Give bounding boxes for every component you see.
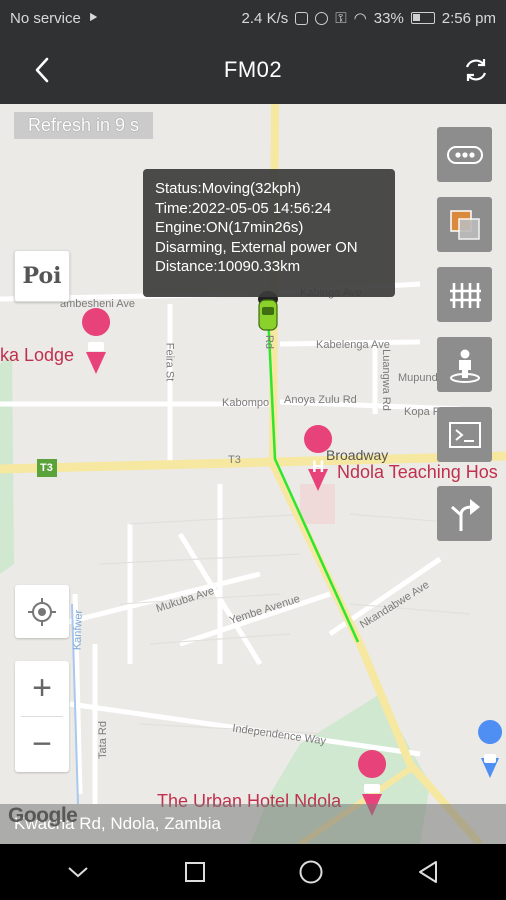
map-view[interactable]: H Kabinga Ave ambesheni Ave Kabelenga Av… — [0, 104, 506, 844]
my-location-button[interactable] — [15, 585, 69, 638]
google-logo: Google — [8, 804, 78, 827]
wifi-icon: ◠ — [353, 10, 367, 27]
app-header: FM02 — [0, 36, 506, 104]
zoom-out-button[interactable]: − — [15, 717, 69, 772]
route-badge-text: T3 — [40, 462, 53, 474]
street-label: Feira St — [163, 342, 176, 382]
battery-percent: 33% — [373, 9, 404, 27]
popup-time: Time:2022-05-05 14:56:24 — [155, 199, 332, 217]
place-label-hospital[interactable]: Ndola Teaching Hos — [337, 462, 498, 483]
navigate-button[interactable] — [437, 486, 492, 541]
fence-icon — [449, 282, 481, 308]
place-label-lodge[interactable]: ka Lodge — [0, 345, 74, 366]
terminal-icon — [448, 421, 481, 448]
zoom-in-button[interactable]: + — [15, 661, 69, 716]
street-label: T3 — [228, 454, 241, 466]
status-bar: No service ⯈ 2.4 K/s ⚿ ◠ 33% 2:56 pm — [0, 0, 506, 36]
street-label: Kabelenga Ave — [316, 339, 390, 351]
hide-nav-button[interactable] — [63, 857, 93, 887]
refresh-icon[interactable] — [462, 56, 490, 84]
crosshair-icon — [28, 597, 56, 626]
network-speed: 2.4 K/s — [241, 9, 289, 27]
system-nav-bar — [0, 844, 506, 900]
circle-icon — [299, 860, 323, 884]
vehicle-info-popup: Status:Moving(32kph) Time:2022-05-05 14:… — [143, 169, 395, 297]
popup-power: Disarming, External power ON — [155, 238, 358, 256]
street-label: Tata Rd — [96, 721, 109, 759]
vibrate-icon — [295, 11, 309, 25]
key-icon: ⚿ — [335, 9, 347, 27]
refresh-countdown: Refresh in 9 s — [14, 112, 154, 139]
battery-icon — [410, 12, 435, 24]
command-button[interactable] — [437, 407, 492, 462]
recents-button[interactable] — [180, 857, 210, 887]
clock-time: 2:56 pm — [441, 9, 496, 27]
more-button[interactable] — [437, 127, 492, 182]
poi-button[interactable]: Poi — [14, 250, 70, 302]
layers-icon — [449, 209, 480, 240]
street-view-button[interactable] — [437, 337, 492, 392]
usb-icon: ⯈ — [86, 9, 99, 27]
popup-distance: Distance:10090.33km — [155, 258, 301, 275]
system-back-button[interactable] — [413, 857, 443, 887]
street-label: Luangwa Rd — [379, 349, 392, 411]
street-label: Anoya Zulu Rd — [284, 394, 357, 406]
more-dots-icon — [446, 145, 483, 164]
svg-text:H: H — [312, 457, 324, 476]
place-label-broadway: Broadway — [326, 447, 389, 463]
alarm-icon — [315, 11, 329, 25]
home-button[interactable] — [296, 857, 326, 887]
chevron-down-icon — [68, 867, 88, 878]
map-layer-button[interactable] — [437, 197, 492, 252]
back-arrow-icon[interactable] — [28, 56, 56, 84]
street-label: ambesheni Ave — [60, 298, 136, 310]
person-icon — [449, 349, 480, 383]
popup-engine: Engine:ON(17min26s) — [155, 219, 304, 236]
zoom-control: + − — [15, 661, 69, 772]
route-arrow-icon — [450, 498, 480, 531]
street-label: Rd — [263, 334, 276, 350]
triangle-back-icon — [418, 861, 437, 883]
page-title: FM02 — [223, 57, 283, 82]
street-label: Kabompo — [222, 397, 270, 409]
fence-button[interactable] — [437, 267, 492, 322]
popup-status: Status:Moving(32kph) — [155, 180, 301, 197]
street-label: Kanfwer — [71, 609, 85, 651]
carrier-text: No service — [10, 9, 81, 27]
square-icon — [184, 862, 205, 882]
